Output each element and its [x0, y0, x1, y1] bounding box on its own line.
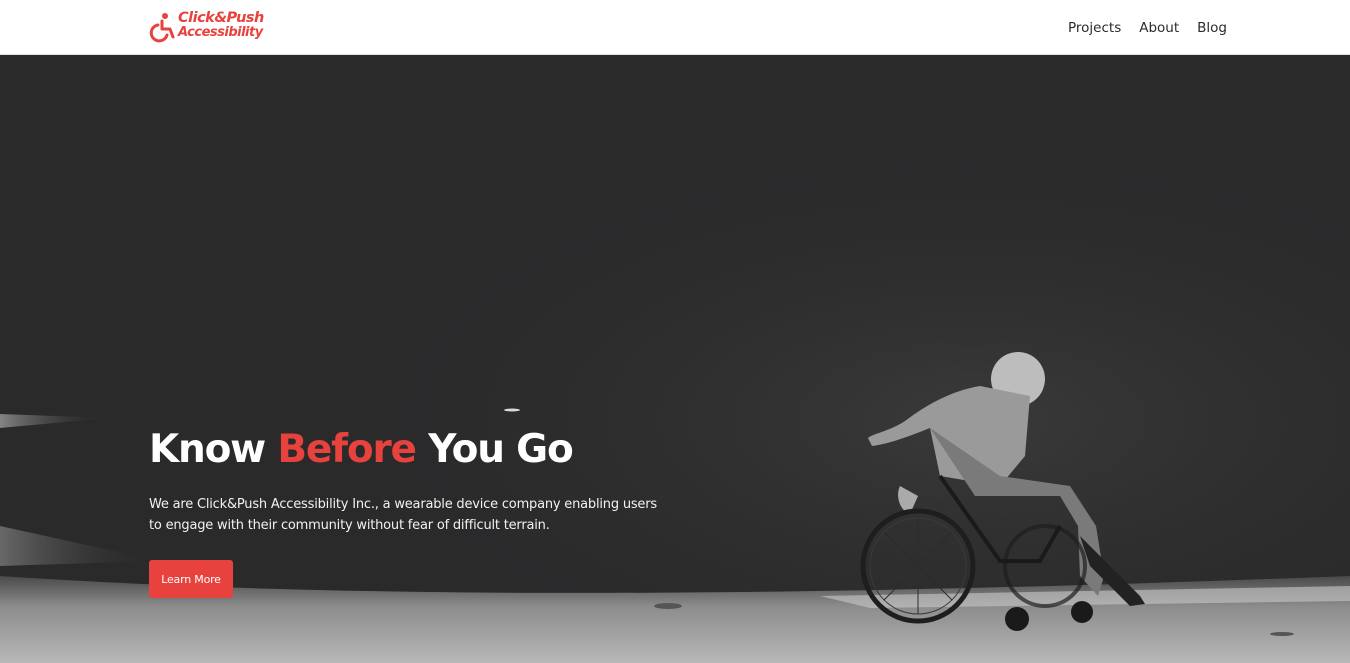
nav-about-link[interactable]: About	[1139, 19, 1179, 39]
hero-headline: Know Before You Go	[149, 426, 574, 474]
site-header: Click&Push Accessibility Projects About …	[0, 0, 1350, 55]
headline-text-start: Know	[149, 427, 278, 472]
brand-logo[interactable]: Click&Push Accessibility	[148, 11, 268, 45]
nav-blog-link[interactable]: Blog	[1197, 19, 1227, 39]
headline-accent-word: Before	[277, 427, 417, 472]
hero-description: We are Click&Push Accessibility Inc., a …	[149, 497, 657, 533]
learn-more-button[interactable]: Learn More	[149, 560, 233, 598]
headline-text-end: You Go	[415, 427, 574, 472]
wheelchair-icon	[149, 13, 175, 43]
brand-name: Click&Push	[178, 10, 264, 26]
main-nav: Projects About Blog	[1068, 19, 1227, 39]
hero-section: Know Before You Go We are Click&Push Acc…	[0, 56, 1350, 663]
brand-wordmark: Click&Push Accessibility	[178, 11, 264, 40]
brand-subtitle: Accessibility	[178, 25, 263, 40]
nav-projects-link[interactable]: Projects	[1068, 19, 1121, 39]
